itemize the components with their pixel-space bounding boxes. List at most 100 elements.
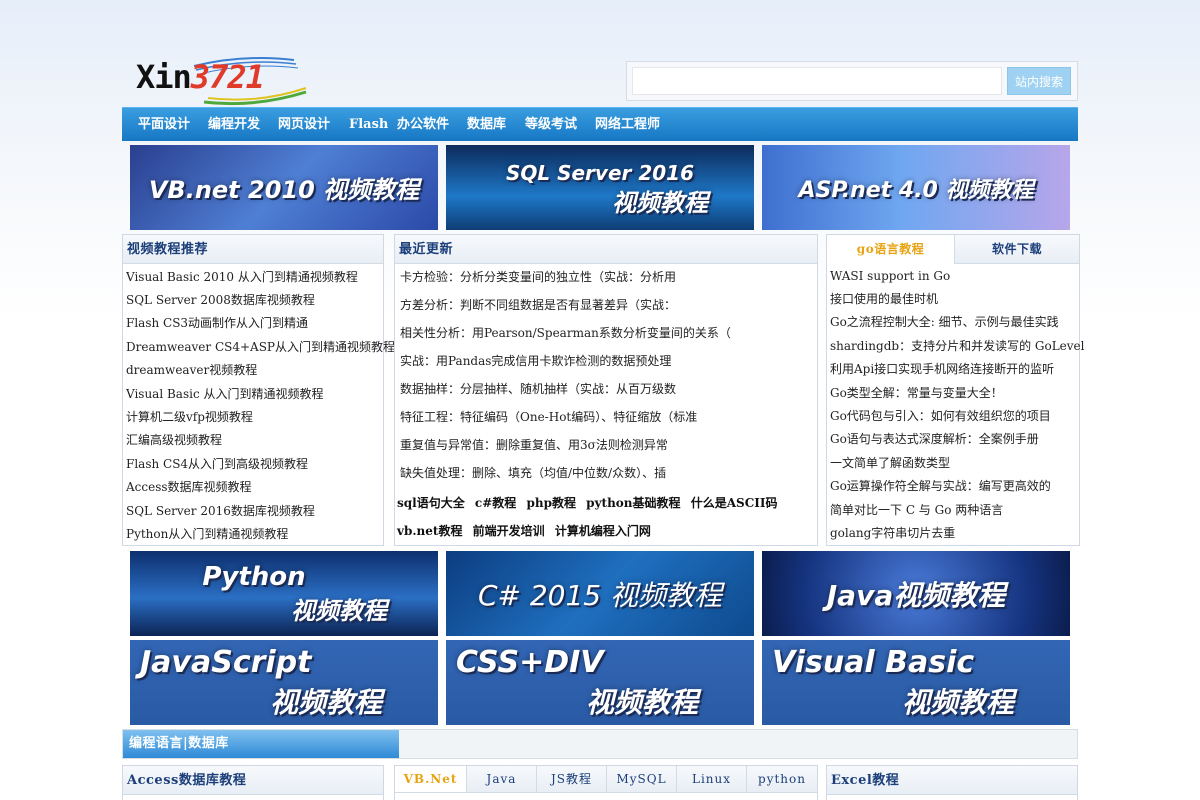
tab-go-tutorials[interactable]: go语言教程 <box>827 235 955 264</box>
list-item[interactable]: 数据抽样：分层抽样、随机抽样（实战：从百万级数 <box>400 379 676 399</box>
banner-line2: 视频教程 <box>902 685 1015 719</box>
keyword-link[interactable]: sql语句大全 <box>397 496 465 510</box>
language-tabs-panel: VB.Net Java JS教程 MySQL Linux python <box>394 765 818 800</box>
list-item[interactable]: Go代码包与引入：如何有效组织您的项目 <box>830 406 1051 426</box>
section-title: 编程语言|数据库 <box>129 736 229 751</box>
list-item[interactable]: Access数据库视频教程 <box>126 477 252 497</box>
tab-mysql[interactable]: MySQL <box>607 766 677 792</box>
tab-js[interactable]: JS教程 <box>537 766 607 792</box>
keyword-link[interactable]: vb.net教程 <box>397 524 462 538</box>
list-item[interactable]: 实战：用Pandas完成信用卡欺诈检测的数据预处理 <box>400 351 671 371</box>
search-input[interactable] <box>632 67 1002 95</box>
logo-text: Xin3721 <box>136 58 265 96</box>
banner-text: ASP.net 4.0 视频教程 <box>798 177 1034 203</box>
site-logo[interactable]: Xin3721 <box>134 52 312 106</box>
main-nav: 平面设计 编程开发 网页设计 Flash 办公软件 数据库 等级考试 网络工程师 <box>122 107 1078 141</box>
list-item[interactable]: Go运算操作符全解与实战：编写更高效的 <box>830 476 1051 496</box>
panel-title: 最近更新 <box>399 242 454 257</box>
section-bar: 编程语言|数据库 <box>122 729 1078 759</box>
keyword-link[interactable]: 计算机编程入门网 <box>555 524 651 538</box>
tab-software-download[interactable]: 软件下载 <box>955 235 1079 264</box>
banner-line1: Python <box>202 561 306 592</box>
banner-aspnet-4[interactable]: ASP.net 4.0 视频教程 <box>762 145 1070 230</box>
banner-text: VB.net 2010 视频教程 <box>148 176 420 204</box>
banner-css-div[interactable]: CSS+DIV 视频教程 <box>446 640 754 725</box>
nav-item-programming[interactable]: 编程开发 <box>208 108 260 142</box>
nav-item-flash[interactable]: Flash <box>349 108 388 142</box>
list-item[interactable]: 汇编高级视频教程 <box>126 430 222 450</box>
list-item[interactable]: 计算机二级vfp视频教程 <box>126 407 253 427</box>
keyword-link[interactable]: python基础教程 <box>586 496 680 510</box>
list-item[interactable]: golang字符串切片去重 <box>830 523 955 543</box>
nav-item-exams[interactable]: 等级考试 <box>525 108 577 142</box>
banner-csharp-2015[interactable]: C# 2015 视频教程 <box>446 551 754 636</box>
tab-vbnet[interactable]: VB.Net <box>395 766 467 792</box>
list-item[interactable]: 相关性分析：用Pearson/Spearman系数分析变量间的关系（ <box>400 323 731 343</box>
access-tutorials-panel: Access数据库教程 <box>122 765 384 800</box>
list-item[interactable]: Flash CS3动画制作从入门到精通 <box>126 313 308 333</box>
list-item[interactable]: Go语句与表达式深度解析：全案例手册 <box>830 429 1039 449</box>
panel-header: 最近更新 <box>395 235 817 264</box>
list-item[interactable]: Visual Basic 2010 从入门到精通视频教程 <box>126 267 358 287</box>
nav-item-database[interactable]: 数据库 <box>467 108 506 142</box>
keyword-links: sql语句大全 c#教程 php教程 python基础教程 什么是ASCII码 … <box>397 489 813 545</box>
banner-line1: SQL Server 2016 <box>505 160 695 185</box>
nav-item-network-engineer[interactable]: 网络工程师 <box>595 108 660 142</box>
banner-line2: 视频教程 <box>586 685 699 719</box>
panel-header: 视频教程推荐 <box>123 235 383 264</box>
list-item[interactable]: 重复值与异常值：删除重复值、用3σ法则检测异常 <box>400 435 668 455</box>
panel-header: Access数据库教程 <box>123 766 383 795</box>
list-item[interactable]: SQL Server 2016数据库视频教程 <box>126 501 315 521</box>
list-item[interactable]: shardingdb：支持分片和并发读写的 GoLevel <box>830 336 1085 356</box>
video-tutorials-panel: 视频教程推荐 Visual Basic 2010 从入门到精通视频教程 SQL … <box>122 234 395 546</box>
list-item[interactable]: Flash CS4从入门到高级视频教程 <box>126 454 308 474</box>
banner-line2: 视频教程 <box>612 188 708 217</box>
banner-text: C# 2015 视频教程 <box>477 578 723 612</box>
panel-title: 视频教程推荐 <box>127 242 209 257</box>
keyword-link[interactable]: c#教程 <box>475 496 516 510</box>
keyword-link[interactable]: 前端开发培训 <box>473 524 545 538</box>
list-item[interactable]: 简单对比一下 C 与 Go 两种语言 <box>830 500 1003 520</box>
excel-tutorials-panel: Excel教程 <box>826 765 1078 800</box>
section-bar-highlight: 编程语言|数据库 <box>123 730 399 758</box>
banner-sql-server-2016[interactable]: SQL Server 2016 视频教程 <box>446 145 754 230</box>
list-item[interactable]: Python从入门到精通视频教程 <box>126 524 288 544</box>
list-item[interactable]: 接口使用的最佳时机 <box>830 289 938 309</box>
list-item[interactable]: 卡方检验：分析分类变量间的独立性（实战：分析用 <box>400 267 676 287</box>
list-item[interactable]: SQL Server 2008数据库视频教程 <box>126 290 315 310</box>
list-item[interactable]: Visual Basic 从入门到精通视频教程 <box>126 384 324 404</box>
banner-line2: 视频教程 <box>291 596 387 625</box>
list-item[interactable]: 缺失值处理：删除、填充（均值/中位数/众数）、插 <box>400 463 666 483</box>
keyword-link[interactable]: 什么是ASCII码 <box>691 496 778 510</box>
panel-title: Excel教程 <box>831 773 900 788</box>
list-item[interactable]: 特征工程：特征编码（One-Hot编码）、特征缩放（标准 <box>400 407 697 427</box>
panel-tabs: go语言教程 软件下载 <box>827 235 1079 264</box>
recent-updates-panel: 最近更新 卡方检验：分析分类变量间的独立性（实战：分析用 方差分析：判断不同组数… <box>394 234 818 546</box>
banner-vbnet-2010[interactable]: VB.net 2010 视频教程 <box>130 145 438 230</box>
banner-line1: JavaScript <box>140 644 312 680</box>
nav-item-web-design[interactable]: 网页设计 <box>278 108 330 142</box>
panel-tabs: VB.Net Java JS教程 MySQL Linux python <box>395 766 817 793</box>
panel-title: Access数据库教程 <box>127 773 247 788</box>
banner-visual-basic[interactable]: Visual Basic 视频教程 <box>762 640 1070 725</box>
go-tutorials-panel: go语言教程 软件下载 WASI support in Go 接口使用的最佳时机… <box>826 234 1085 546</box>
list-item[interactable]: 利用Api接口实现手机网络连接断开的监听 <box>830 359 1054 379</box>
keyword-link[interactable]: php教程 <box>526 496 576 510</box>
list-item[interactable]: WASI support in Go <box>830 266 950 286</box>
list-item[interactable]: Go类型全解：常量与变量大全！ <box>830 383 1003 403</box>
tab-linux[interactable]: Linux <box>677 766 747 792</box>
tab-java[interactable]: Java <box>467 766 537 792</box>
banner-line1: CSS+DIV <box>456 644 604 680</box>
tab-python[interactable]: python <box>747 766 817 792</box>
list-item[interactable]: dreamweaver视频教程 <box>126 360 257 380</box>
banner-javascript[interactable]: JavaScript 视频教程 <box>130 640 438 725</box>
list-item[interactable]: Dreamweaver CS4+ASP从入门到精通视频教程 <box>126 337 395 357</box>
search-button[interactable]: 站内搜索 <box>1007 67 1071 95</box>
nav-item-office[interactable]: 办公软件 <box>397 108 449 142</box>
list-item[interactable]: 一文简单了解函数类型 <box>830 453 950 473</box>
nav-item-graphic-design[interactable]: 平面设计 <box>138 108 190 142</box>
banner-python[interactable]: Python 视频教程 <box>130 551 438 636</box>
list-item[interactable]: Go之流程控制大全: 细节、示例与最佳实践 <box>830 312 1059 332</box>
banner-java[interactable]: Java视频教程 <box>762 551 1070 636</box>
list-item[interactable]: 方差分析：判断不同组数据是否有显著差异（实战： <box>400 295 676 315</box>
